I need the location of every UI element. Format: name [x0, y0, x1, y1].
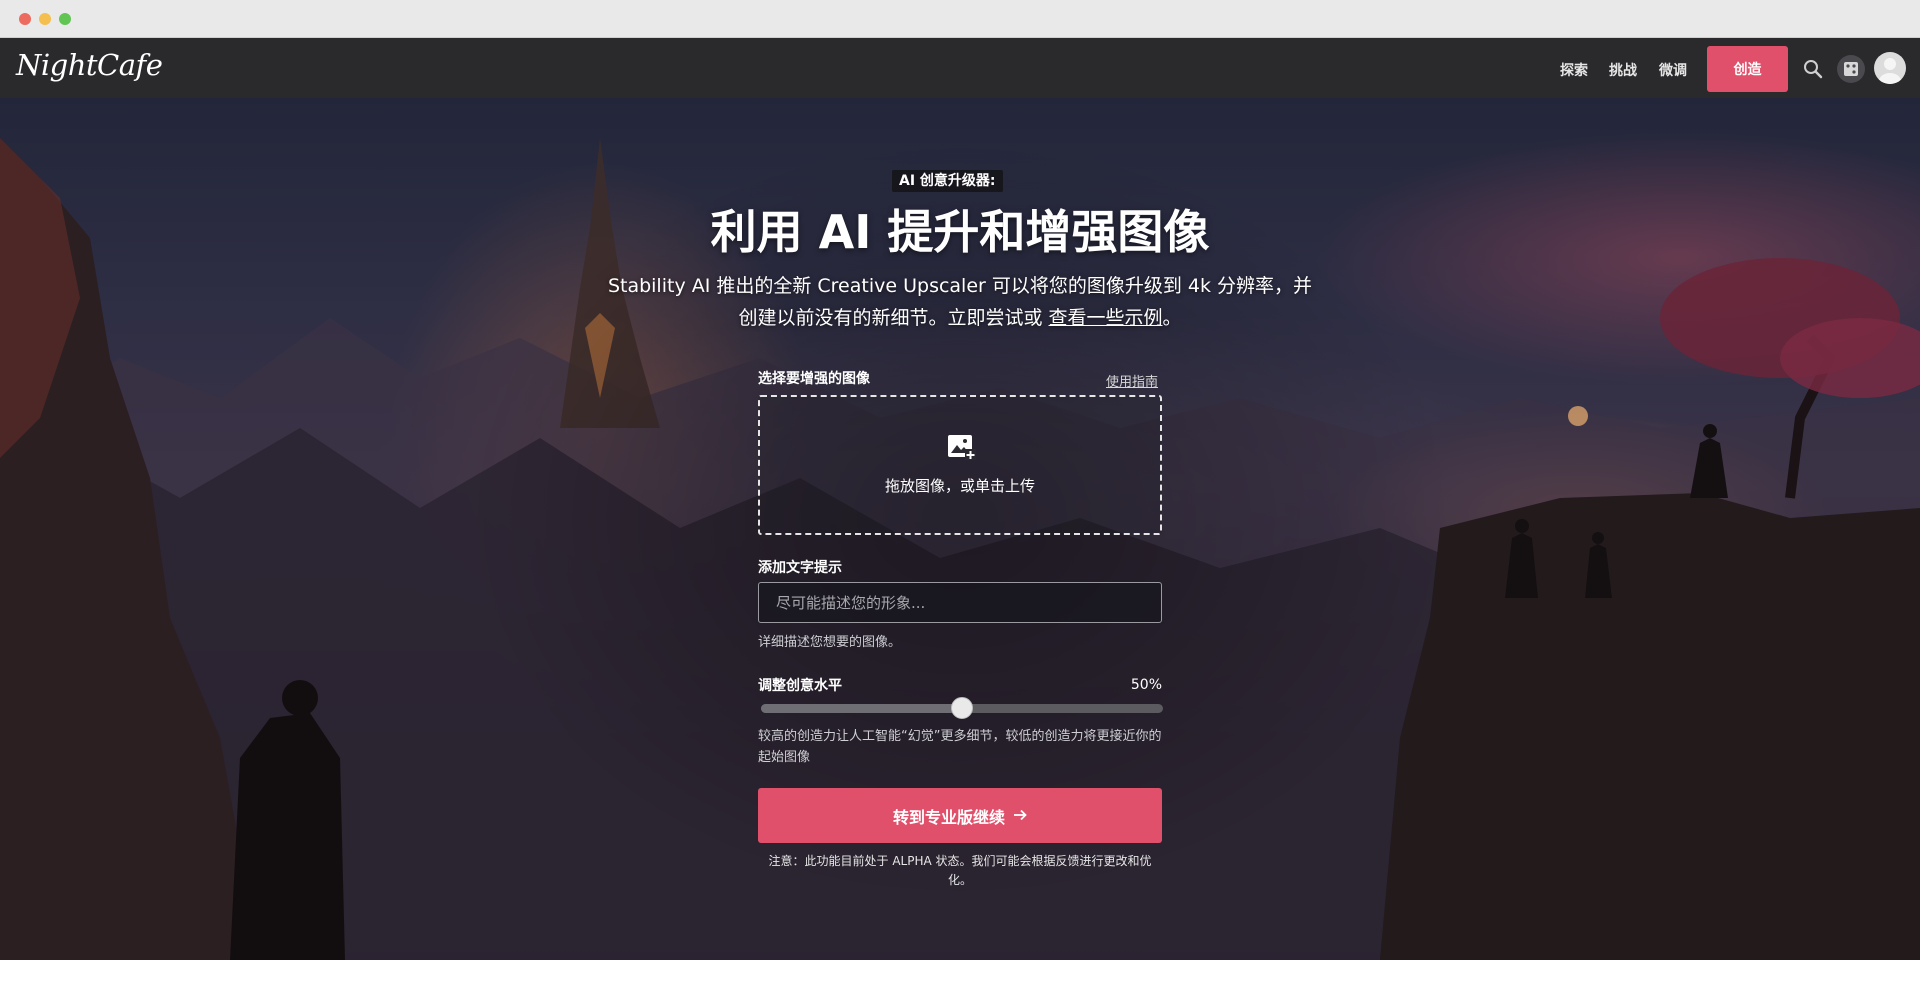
create-button[interactable]: 创造: [1707, 46, 1788, 92]
search-icon[interactable]: [1802, 58, 1824, 80]
hero-subtitle: Stability AI 推出的全新 Creative Upscaler 可以将…: [600, 270, 1320, 334]
dropzone-text: 拖放图像，或单击上传: [884, 477, 1035, 495]
nightcafe-logo[interactable]: NightCafe: [16, 48, 163, 82]
creativity-value: 50%: [1130, 677, 1162, 693]
alpha-note: 注意：此功能目前处于 ALPHA 状态。我们可能会根据反馈进行更改和优化。: [768, 854, 1152, 887]
continue-pro-button[interactable]: 转到专业版继续: [758, 788, 1162, 843]
window-maximize-button[interactable]: [59, 13, 71, 25]
window-minimize-button[interactable]: [39, 13, 51, 25]
prompt-input[interactable]: [758, 582, 1162, 623]
creativity-hint: 较高的创造力让人工智能“幻觉”更多细节，较低的创造力将更接近你的起始图像: [758, 729, 1162, 765]
examples-link[interactable]: 查看一些示例: [1049, 307, 1163, 329]
creativity-label: 调整创意水平: [758, 678, 842, 694]
image-upload-icon: [948, 435, 976, 461]
nav-explore[interactable]: 探索: [1560, 60, 1588, 80]
image-select-label: 选择要增强的图像: [758, 371, 870, 387]
creativity-slider-fill: [761, 704, 962, 713]
prompt-hint: 详细描述您想要的图像。: [758, 635, 902, 650]
image-dropzone[interactable]: 拖放图像，或单击上传: [758, 395, 1162, 535]
avatar-icon[interactable]: [1874, 52, 1906, 84]
subtitle-end: 。: [1162, 307, 1182, 329]
top-navbar: NightCafe 探索 挑战 微调 创造: [0, 38, 1920, 98]
nav-finetune[interactable]: 微调: [1659, 60, 1687, 80]
creativity-slider-track[interactable]: [761, 697, 1163, 719]
nav-challenges[interactable]: 挑战: [1609, 60, 1637, 80]
creativity-slider-thumb[interactable]: [951, 697, 973, 719]
cta-label: 转到专业版继续: [892, 807, 1005, 827]
arrow-right-icon: [1013, 806, 1027, 825]
page-title: 利用 AI 提升和增强图像: [710, 205, 1210, 259]
eyebrow-tag: AI 创意升级器:: [892, 170, 1003, 192]
subtitle-text: Stability AI 推出的全新 Creative Upscaler 可以将…: [607, 275, 1313, 329]
gallery-icon[interactable]: [1837, 55, 1865, 83]
usage-guide-link[interactable]: 使用指南: [1106, 371, 1158, 390]
browser-chrome: [0, 0, 1920, 38]
window-close-button[interactable]: [19, 13, 31, 25]
prompt-label: 添加文字提示: [758, 560, 842, 576]
